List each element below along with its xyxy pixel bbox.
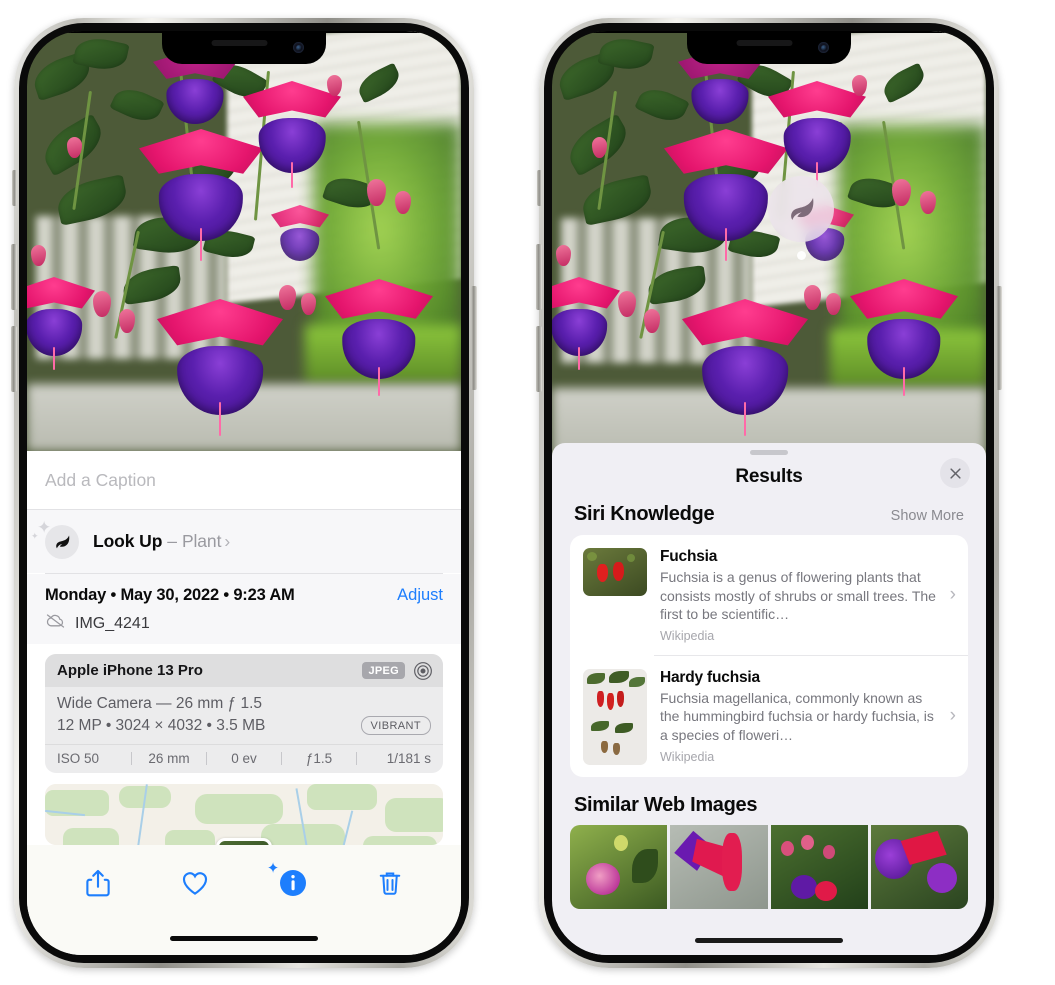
volume-down-button[interactable] bbox=[536, 326, 542, 392]
siri-knowledge-header: Siri Knowledge Show More bbox=[552, 499, 986, 535]
photo-filename: IMG_4241 bbox=[75, 614, 150, 632]
leaf-icon bbox=[791, 197, 814, 220]
knowledge-description: Fuchsia magellanica, commonly known as t… bbox=[660, 689, 934, 744]
close-icon[interactable] bbox=[940, 458, 970, 488]
exif-stat: ƒ1.5 bbox=[305, 751, 333, 766]
volume-up-button[interactable] bbox=[11, 244, 17, 310]
adjust-button[interactable]: Adjust bbox=[397, 586, 443, 605]
cloud-slash-icon bbox=[45, 613, 66, 634]
sparkle-small-icon: ✦ bbox=[31, 531, 39, 541]
look-up-label: Look Up – Plant › bbox=[93, 531, 230, 552]
knowledge-title: Fuchsia bbox=[660, 548, 718, 565]
resolution-info: 12 MP • 3024 × 4032 • 3.5 MB bbox=[57, 716, 266, 734]
location-map[interactable] bbox=[45, 784, 443, 845]
look-up-dash: – bbox=[167, 531, 177, 551]
visual-lookup-badge[interactable] bbox=[768, 176, 834, 242]
sheet-title: Results bbox=[735, 466, 803, 487]
sparkle-icon: ✦ bbox=[266, 860, 280, 877]
home-indicator-area bbox=[27, 921, 461, 955]
format-badge: JPEG bbox=[362, 662, 405, 679]
knowledge-source: Wikipedia bbox=[660, 749, 715, 764]
caption-input[interactable]: Add a Caption bbox=[27, 451, 461, 509]
right-phone-screen: Results Siri Knowledge Show More Fuchsia… bbox=[552, 31, 986, 955]
photo-viewer[interactable] bbox=[552, 31, 986, 456]
earpiece-speaker bbox=[211, 40, 268, 46]
look-up-subject: Plant bbox=[181, 531, 222, 551]
section-title: Similar Web Images bbox=[574, 793, 758, 816]
notch bbox=[687, 31, 851, 64]
trash-icon[interactable] bbox=[375, 868, 405, 898]
screenshot-stage: Add a Caption ✦ ✦ Look Up – Plant › Mond… bbox=[0, 0, 1055, 985]
photographic-style-badge: VIBRANT bbox=[360, 716, 431, 735]
chevron-right-icon: › bbox=[224, 531, 231, 551]
volume-up-button[interactable] bbox=[536, 244, 542, 310]
knowledge-thumbnail bbox=[583, 668, 647, 765]
info-sparkle-icon[interactable]: ✦ bbox=[267, 861, 308, 898]
look-up-row[interactable]: ✦ ✦ Look Up – Plant › bbox=[27, 510, 461, 573]
home-indicator[interactable] bbox=[170, 935, 318, 941]
knowledge-thumbnail bbox=[583, 548, 647, 596]
heart-icon[interactable] bbox=[180, 868, 210, 898]
front-camera bbox=[818, 42, 829, 53]
photo-date: Monday • May 30, 2022 • 9:23 AM bbox=[45, 586, 295, 604]
exif-stat: 26 mm bbox=[148, 751, 190, 766]
photo-info-sheet: Add a Caption ✦ ✦ Look Up – Plant › Mond… bbox=[27, 451, 461, 955]
chevron-right-icon: › bbox=[949, 583, 956, 605]
aperture-icon bbox=[413, 661, 433, 681]
metadata-block: Monday • May 30, 2022 • 9:23 AM Adjust I… bbox=[27, 574, 461, 644]
knowledge-item[interactable]: Fuchsia Fuchsia is a genus of flowering … bbox=[570, 535, 968, 655]
similar-web-images-header: Similar Web Images bbox=[552, 777, 986, 825]
exif-stats-row: ISO 50 26 mm 0 ev ƒ1.5 1/181 s bbox=[45, 744, 443, 773]
knowledge-description: Fuchsia is a genus of flowering plants t… bbox=[660, 569, 936, 623]
mute-switch[interactable] bbox=[12, 170, 17, 206]
lookup-anchor-dot bbox=[797, 251, 806, 260]
show-more-button[interactable]: Show More bbox=[891, 508, 964, 524]
left-phone-device: Add a Caption ✦ ✦ Look Up – Plant › Mond… bbox=[11, 18, 477, 968]
web-image-thumbnail[interactable] bbox=[670, 824, 768, 909]
mute-switch[interactable] bbox=[537, 170, 542, 206]
left-phone-screen: Add a Caption ✦ ✦ Look Up – Plant › Mond… bbox=[27, 31, 461, 955]
exif-stat: ISO 50 bbox=[57, 751, 100, 766]
notch bbox=[162, 31, 326, 64]
similar-web-images-row bbox=[552, 824, 986, 909]
exif-stat: 0 ev bbox=[231, 751, 257, 766]
power-button[interactable] bbox=[996, 286, 1002, 390]
earpiece-speaker bbox=[736, 40, 793, 46]
map-photo-pin[interactable] bbox=[216, 838, 272, 845]
camera-device-name: Apple iPhone 13 Pro bbox=[57, 662, 203, 679]
web-image-thumbnail[interactable] bbox=[570, 824, 668, 909]
lens-info: Wide Camera — 26 mm ƒ 1.5 bbox=[57, 695, 263, 712]
leaf-icon bbox=[45, 524, 79, 559]
web-image-thumbnail[interactable] bbox=[770, 824, 868, 909]
power-button[interactable] bbox=[471, 286, 477, 390]
results-sheet: Results Siri Knowledge Show More Fuchsia… bbox=[552, 443, 986, 955]
section-title: Siri Knowledge bbox=[574, 503, 715, 525]
exif-stat: 1/181 s bbox=[386, 751, 431, 766]
knowledge-source: Wikipedia bbox=[660, 628, 715, 643]
siri-knowledge-card: Fuchsia Fuchsia is a genus of flowering … bbox=[570, 535, 968, 777]
home-indicator-area bbox=[552, 925, 986, 955]
share-icon[interactable] bbox=[83, 868, 113, 898]
front-camera bbox=[293, 42, 304, 53]
exif-card[interactable]: Apple iPhone 13 Pro JPEG Wide Camera — 2… bbox=[45, 654, 443, 773]
volume-down-button[interactable] bbox=[11, 326, 17, 392]
photo-toolbar: ✦ bbox=[27, 845, 461, 921]
look-up-title: Look Up bbox=[93, 531, 163, 551]
chevron-right-icon: › bbox=[949, 705, 956, 727]
web-image-thumbnail[interactable] bbox=[870, 824, 968, 909]
knowledge-title: Hardy fuchsia bbox=[660, 668, 760, 686]
knowledge-item[interactable]: Hardy fuchsia Fuchsia magellanica, commo… bbox=[570, 656, 968, 777]
home-indicator[interactable] bbox=[695, 937, 843, 943]
photo-viewer[interactable] bbox=[27, 31, 461, 451]
right-phone-device: Results Siri Knowledge Show More Fuchsia… bbox=[536, 18, 1002, 968]
